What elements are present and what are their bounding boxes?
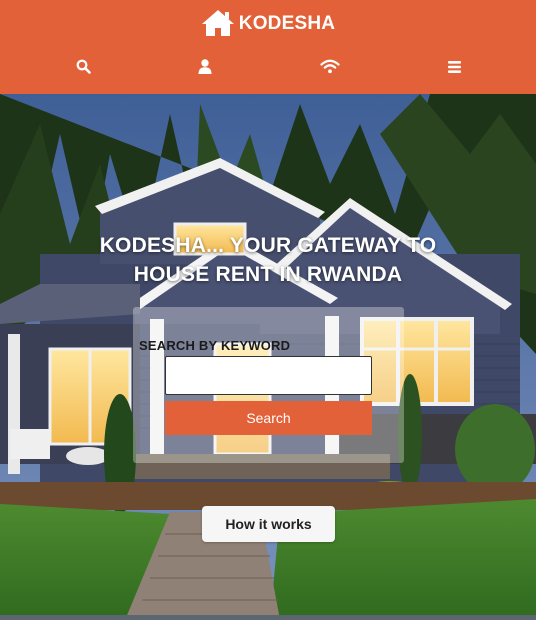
nav-wifi-button[interactable] [317,56,343,82]
search-label: SEARCH BY KEYWORD [139,338,291,353]
hamburger-menu-icon [447,60,461,78]
search-input[interactable] [165,356,372,395]
search-button[interactable]: Search [165,401,372,435]
how-it-works-button[interactable]: How it works [202,506,335,542]
nav-user-button[interactable] [192,56,218,82]
search-panel: SEARCH BY KEYWORD Search [133,307,404,463]
brand-name: KODESHA [238,13,336,34]
bottom-divider [0,615,536,620]
top-header: KODESHA [0,0,536,94]
nav-search-button[interactable] [70,56,96,82]
house-icon [201,9,235,37]
wifi-icon [320,59,340,79]
hero-title: KODESHA... YOUR GATEWAY TO HOUSE RENT IN… [99,234,437,286]
nav-bar [0,56,536,82]
nav-menu-button[interactable] [441,56,467,82]
search-icon [76,59,91,79]
hero-section: KODESHA... YOUR GATEWAY TO HOUSE RENT IN… [0,94,536,620]
brand-logo[interactable]: KODESHA [0,6,536,40]
user-icon [198,59,212,79]
